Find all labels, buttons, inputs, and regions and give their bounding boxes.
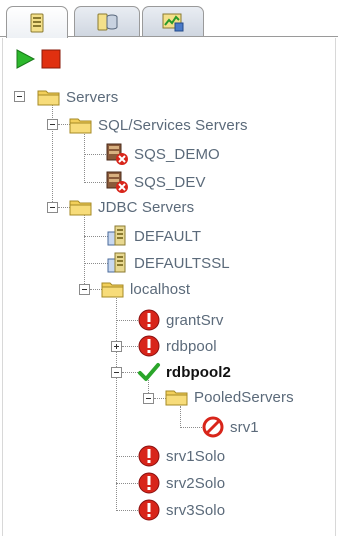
collapse-toggle-servers[interactable] <box>14 91 25 102</box>
tree-node-rdbpool2[interactable]: rdbpool2 <box>136 359 231 385</box>
tree-node-label: srv3Solo <box>166 501 226 519</box>
tree-node-label: SQS_DEMO <box>134 145 220 163</box>
tree-node-srv1solo[interactable]: srv1Solo <box>136 443 225 469</box>
start-button[interactable] <box>14 48 36 70</box>
monitor-tab-icon <box>161 11 185 33</box>
tree-node-label: srv2Solo <box>166 474 226 492</box>
tree-node-grantsrv[interactable]: grantSrv <box>136 307 224 333</box>
jdbc-server-icon <box>104 251 130 275</box>
tree-node-jdbc-servers[interactable]: JDBC Servers <box>68 194 194 220</box>
tab-databases[interactable] <box>74 6 140 37</box>
stopped-icon <box>200 415 226 439</box>
tree-node-srv1[interactable]: srv1 <box>200 414 259 440</box>
tree-node-label: rdbpool2 <box>166 363 231 381</box>
tree-node-rdbpool[interactable]: rdbpool <box>136 333 217 359</box>
play-icon <box>16 49 36 69</box>
tree-node-label: SQS_DEV <box>134 173 206 191</box>
tree-node-sqs-demo[interactable]: SQS_DEMO <box>104 141 220 167</box>
server-tab-icon <box>26 12 48 34</box>
collapse-toggle-localhost[interactable] <box>79 284 90 295</box>
tree-node-label: rdbpool <box>166 337 217 355</box>
tree-node-servers[interactable]: Servers <box>36 84 118 110</box>
tree-node-label: DEFAULTSSL <box>134 254 230 272</box>
tree-node-label: DEFAULT <box>134 227 202 245</box>
tree-node-label: localhost <box>130 280 191 298</box>
tree-node-sql-services-servers[interactable]: SQL/Services Servers <box>68 112 248 138</box>
server-tree: Servers SQL/Services Servers SQS_DEMO SQ… <box>0 76 338 536</box>
error-icon <box>136 334 162 358</box>
folder-icon <box>68 113 94 137</box>
folder-icon <box>36 85 62 109</box>
tree-node-srv2solo[interactable]: srv2Solo <box>136 470 225 496</box>
tree-connector <box>116 296 117 511</box>
collapse-toggle-sql-servers[interactable] <box>47 119 58 130</box>
stop-icon <box>41 49 61 69</box>
tree-node-pooledservers[interactable]: PooledServers <box>164 384 294 410</box>
tree-node-default[interactable]: DEFAULT <box>104 223 201 249</box>
folder-icon <box>100 277 126 301</box>
tree-node-label: srv1 <box>230 418 259 436</box>
folder-icon <box>164 385 190 409</box>
tab-bar <box>0 0 338 38</box>
error-icon <box>136 444 162 468</box>
tab-monitor[interactable] <box>142 6 204 37</box>
expand-toggle-rdbpool[interactable] <box>111 341 122 352</box>
tree-node-localhost[interactable]: localhost <box>100 276 190 302</box>
server-error-icon <box>104 170 130 194</box>
error-icon <box>136 308 162 332</box>
tree-node-sqs-dev[interactable]: SQS_DEV <box>104 169 206 195</box>
tree-connector <box>84 214 85 290</box>
tree-node-label: SQL/Services Servers <box>98 116 248 134</box>
tree-node-srv3solo[interactable]: srv3Solo <box>136 497 225 523</box>
tree-node-label: Servers <box>66 88 119 106</box>
tab-servers[interactable] <box>6 6 68 38</box>
tree-node-label: JDBC Servers <box>98 198 195 216</box>
database-tab-icon <box>95 11 119 33</box>
collapse-toggle-jdbc-servers[interactable] <box>47 202 58 213</box>
tree-node-defaultssl[interactable]: DEFAULTSSL <box>104 250 230 276</box>
tree-node-label: grantSrv <box>166 311 224 329</box>
checkmark-icon <box>136 360 162 384</box>
stop-button[interactable] <box>40 48 62 70</box>
tree-node-label: srv1Solo <box>166 447 226 465</box>
tree-node-label: PooledServers <box>194 388 294 406</box>
server-error-icon <box>104 142 130 166</box>
tree-connector <box>84 131 85 183</box>
collapse-toggle-rdbpool2[interactable] <box>111 367 122 378</box>
folder-icon <box>68 195 94 219</box>
collapse-toggle-pooledservers[interactable] <box>143 393 154 404</box>
toolbar <box>0 40 338 76</box>
error-icon <box>136 471 162 495</box>
error-icon <box>136 498 162 522</box>
jdbc-server-icon <box>104 224 130 248</box>
